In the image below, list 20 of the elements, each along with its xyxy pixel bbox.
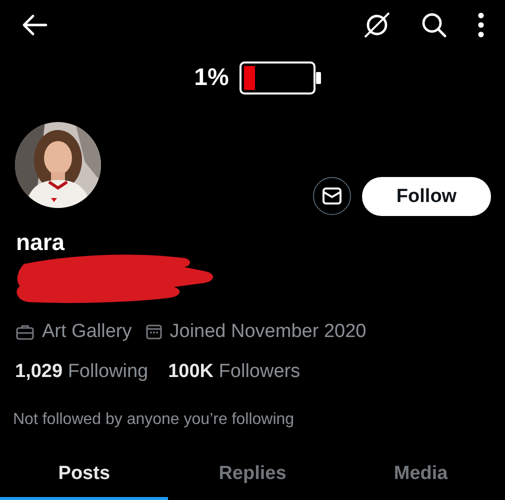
calendar-icon: [146, 324, 162, 340]
battery-percent: 1%: [194, 64, 229, 92]
tab[interactable]: Media: [336, 459, 505, 500]
tab[interactable]: Posts: [0, 459, 168, 500]
search-icon[interactable]: [421, 12, 447, 38]
back-icon[interactable]: [22, 14, 48, 36]
followers-note: Not followed by anyone you’re following: [12, 410, 296, 429]
follow-button[interactable]: Follow: [362, 177, 491, 216]
stat-link[interactable]: 100K Followers: [168, 361, 300, 383]
envelope-icon: [322, 187, 342, 205]
briefcase-icon: [16, 324, 34, 340]
more-icon[interactable]: [477, 12, 485, 38]
tab[interactable]: Replies: [168, 459, 337, 500]
display-name: nara: [16, 229, 65, 255]
message-button[interactable]: [313, 177, 351, 215]
joined-date: Joined November 2020: [170, 321, 366, 343]
profession-text: Art Gallery: [42, 321, 132, 343]
stat-link[interactable]: 1,029 Following: [15, 361, 148, 383]
slashed-circle-icon[interactable]: [363, 11, 391, 39]
battery-icon: [238, 61, 323, 95]
